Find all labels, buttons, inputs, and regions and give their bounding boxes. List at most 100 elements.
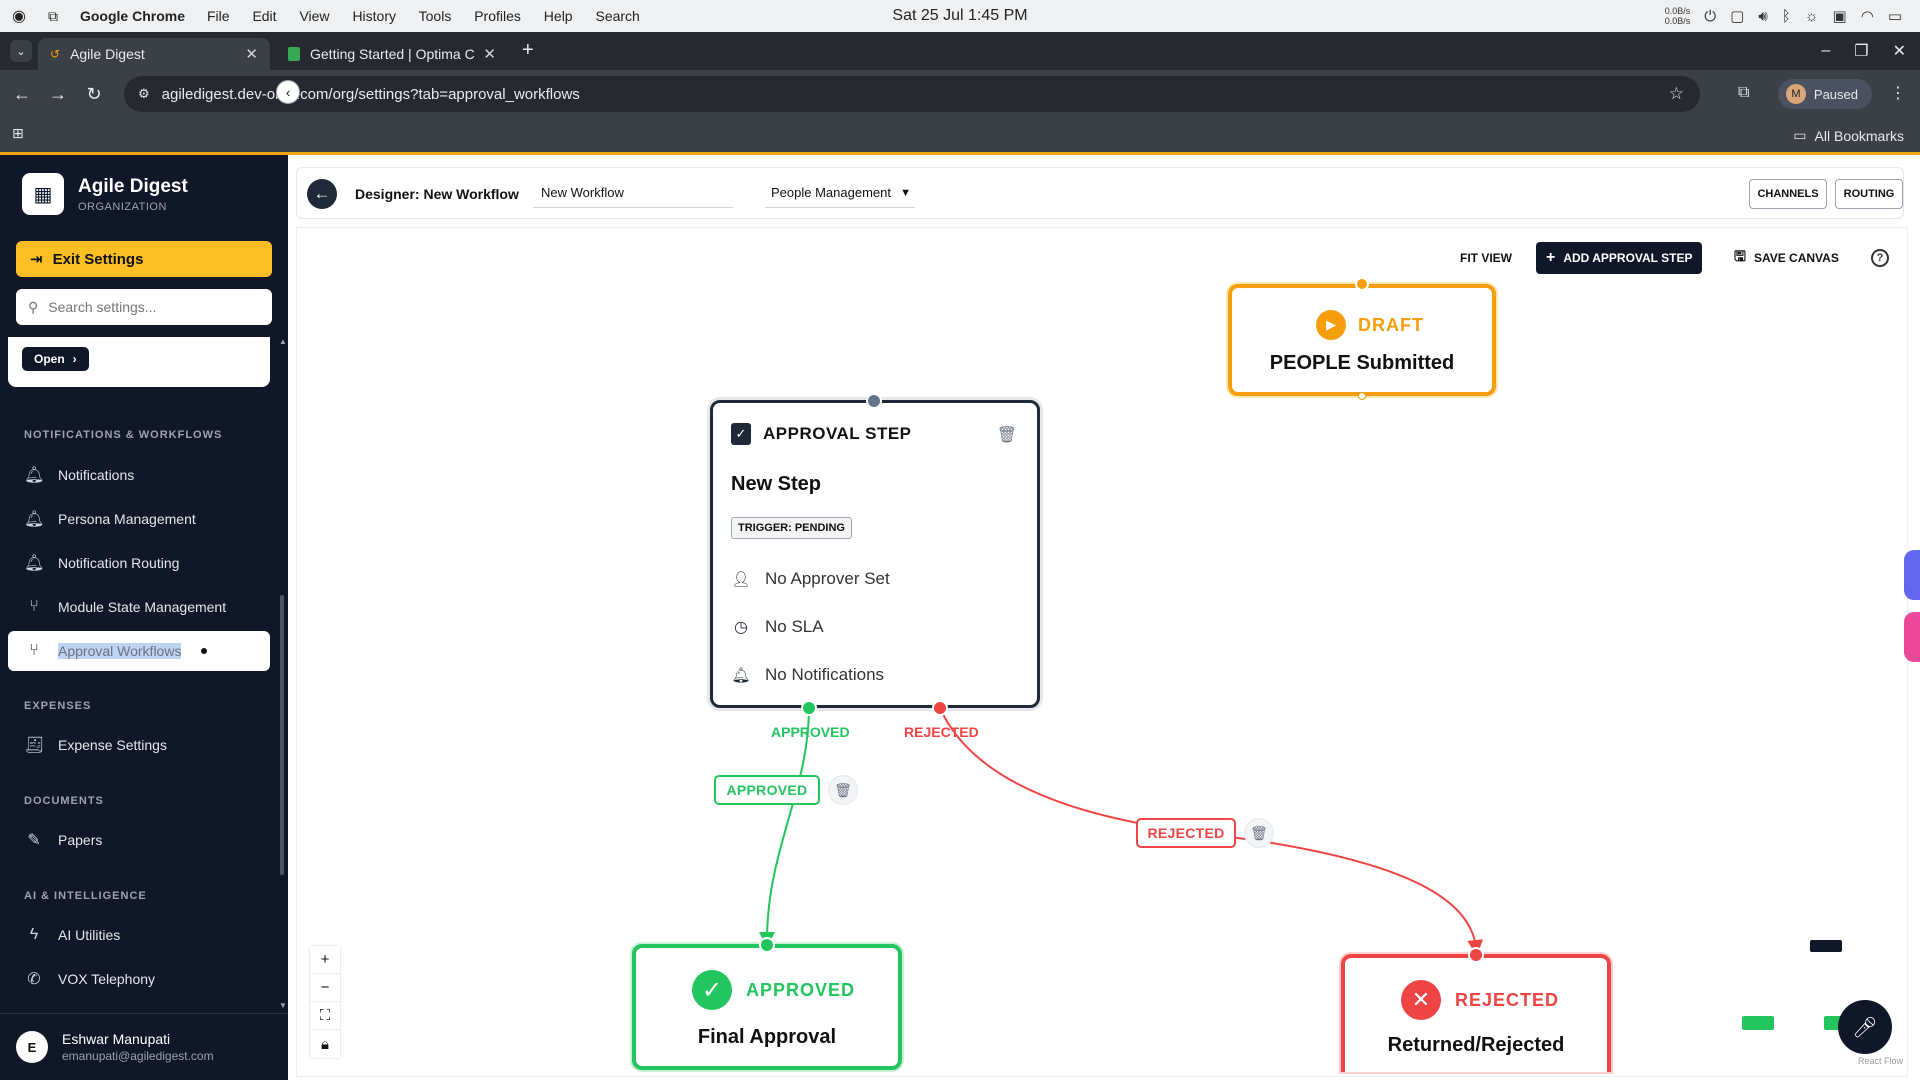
tab-getting-started[interactable]: Getting Started | Optima C ✕	[276, 38, 508, 70]
scroll-down-arrow-icon[interactable]: ▼	[279, 1001, 287, 1010]
os-app-name[interactable]: Google Chrome	[80, 8, 185, 24]
menu-history[interactable]: History	[352, 8, 396, 24]
channels-button[interactable]: CHANNELS	[1749, 179, 1827, 209]
clipboard-icon[interactable]: ▢	[1730, 7, 1744, 25]
extensions-icon[interactable]: ⧉	[1738, 84, 1749, 102]
rejected-input-handle[interactable]	[1468, 947, 1484, 963]
draft-top-handle[interactable]	[1355, 277, 1369, 291]
collapse-sidebar-button[interactable]: ‹	[276, 80, 300, 104]
user-profile[interactable]: E Eshwar Manupati emanupati@agiledigest.…	[0, 1013, 288, 1080]
search-input[interactable]	[48, 299, 249, 315]
menu-view[interactable]: View	[299, 8, 329, 24]
chrome-menu-icon[interactable]: ⋮	[1890, 83, 1906, 103]
sidebar-scrollbar[interactable]	[280, 595, 284, 875]
display-icon[interactable]: ▣	[1833, 7, 1847, 25]
brightness-icon[interactable]: ☼	[1805, 8, 1819, 25]
back-arrow-icon[interactable]: ←	[307, 179, 337, 209]
all-bookmarks-button[interactable]: ▭ All Bookmarks	[1793, 127, 1904, 144]
workflow-canvas[interactable]	[296, 227, 1908, 1077]
zoom-in-icon[interactable]: +	[310, 946, 340, 974]
battery-icon[interactable]: ▭	[1888, 7, 1902, 25]
sidebar-item-vox-telephony[interactable]: ✆ VOX Telephony	[8, 959, 270, 999]
bookmark-star-icon[interactable]: ☆	[1669, 84, 1684, 104]
close-window-icon[interactable]: ✕	[1893, 41, 1906, 61]
apps-grid-icon[interactable]: ⊞	[12, 125, 24, 142]
menu-edit[interactable]: Edit	[252, 8, 276, 24]
exit-settings-button[interactable]: ⇥ Exit Settings	[16, 241, 272, 277]
draft-node[interactable]: ▶ DRAFT PEOPLE Submitted	[1228, 284, 1496, 396]
close-tab-icon[interactable]: ✕	[245, 45, 258, 63]
fit-view-button[interactable]: FIT VIEW	[1450, 242, 1522, 274]
sidebar-item-papers[interactable]: ✎ Papers	[8, 820, 270, 860]
tab-agile-digest[interactable]: ↺ Agile Digest ✕	[38, 38, 270, 70]
minimize-icon[interactable]: –	[1821, 42, 1830, 60]
lock-icon[interactable]: 🔒︎	[310, 1030, 340, 1058]
window-switch-icon[interactable]: ⧉	[48, 8, 58, 25]
power-icon[interactable]: ⏻	[1704, 8, 1716, 25]
returned-rejected-node[interactable]: ✕ REJECTED Returned/Rejected	[1341, 954, 1611, 1072]
sidebar-item-notification-routing[interactable]: 🔔︎ Notification Routing	[8, 543, 270, 583]
forward-icon[interactable]: →	[40, 84, 76, 105]
module-select[interactable]: People Management ▼	[765, 178, 915, 208]
delete-approved-edge-icon[interactable]: 🗑︎	[828, 775, 858, 805]
delete-rejected-edge-icon[interactable]: 🗑︎	[1244, 818, 1274, 848]
draft-bottom-handle[interactable]	[1358, 392, 1366, 400]
minimap-node	[1810, 940, 1842, 952]
sidebar-item-module-state-management[interactable]: ⑂ Module State Management	[8, 587, 270, 627]
sidebar-item-persona-management[interactable]: 🔔︎ Persona Management	[8, 499, 270, 539]
react-flow-attribution[interactable]: React Flow	[1858, 1056, 1903, 1066]
site-info-icon[interactable]: ⚙︎	[138, 86, 150, 102]
reload-icon[interactable]: ↻	[76, 84, 112, 105]
workflow-name-input[interactable]	[533, 178, 733, 208]
close-tab-icon[interactable]: ✕	[483, 45, 496, 63]
profile-button[interactable]: M Paused	[1777, 79, 1872, 109]
delete-step-icon[interactable]: 🗑︎	[997, 425, 1017, 445]
menu-help[interactable]: Help	[544, 8, 573, 24]
scroll-up-arrow-icon[interactable]: ▲	[279, 337, 287, 346]
menu-file[interactable]: File	[207, 8, 230, 24]
restore-icon[interactable]: ❐	[1854, 41, 1868, 61]
sidebar-item-expense-settings[interactable]: 🧾︎ Expense Settings	[8, 725, 270, 765]
rejected-edge-label[interactable]: REJECTED	[1136, 818, 1236, 848]
zoom-out-icon[interactable]: −	[310, 974, 340, 1002]
wifi-icon[interactable]: ◠	[1861, 7, 1874, 25]
floating-tab-blue[interactable]	[1904, 550, 1920, 600]
microphone-button[interactable]: 🎤︎	[1838, 1000, 1892, 1054]
folder-icon: ▭	[1793, 127, 1807, 143]
fit-screen-icon[interactable]: ⛶	[310, 1002, 340, 1030]
bluetooth-icon[interactable]: ᛒ	[1782, 8, 1791, 25]
approval-step-node[interactable]: ✓ APPROVAL STEP 🗑︎ New Step TRIGGER: PEN…	[710, 400, 1040, 708]
volume-icon[interactable]: 🔊︎	[1758, 8, 1767, 25]
final-approval-node[interactable]: ✓ APPROVED Final Approval	[632, 944, 902, 1070]
rejected-title: Returned/Rejected	[1387, 1034, 1565, 1056]
url-text[interactable]: agiledigest.dev-orbit.com/org/settings?t…	[162, 86, 580, 103]
chevron-right-icon: ›	[72, 352, 77, 366]
address-bar[interactable]: ⚙︎ agiledigest.dev-orbit.com/org/setting…	[124, 76, 1700, 112]
rejected-output-handle[interactable]	[932, 700, 948, 716]
notifications-text: No Notifications	[765, 665, 885, 684]
tab-list-icon[interactable]: ⌄	[10, 40, 32, 62]
menu-search[interactable]: Search	[595, 8, 639, 24]
approved-edge-label[interactable]: APPROVED	[714, 775, 820, 805]
help-icon[interactable]: ?	[1871, 249, 1889, 267]
open-button[interactable]: Open ›	[22, 347, 89, 371]
save-canvas-button[interactable]: 🖫︎ SAVE CANVAS	[1724, 242, 1849, 274]
approved-output-handle[interactable]	[801, 700, 817, 716]
menu-profiles[interactable]: Profiles	[474, 8, 521, 24]
bell-icon: 🔔︎	[24, 467, 45, 484]
open-card: Open ›	[8, 337, 270, 387]
add-approval-step-button[interactable]: + ADD APPROVAL STEP	[1536, 242, 1703, 274]
os-activities-icon[interactable]: ◉	[12, 6, 26, 26]
search-icon: ⚲	[28, 298, 39, 315]
approval-top-handle[interactable]	[866, 393, 882, 409]
sidebar-item-notifications[interactable]: 🔔︎ Notifications	[8, 455, 270, 495]
floating-tab-pink[interactable]	[1904, 612, 1920, 662]
back-icon[interactable]: ←	[4, 84, 40, 105]
menu-tools[interactable]: Tools	[419, 8, 452, 24]
sidebar-item-ai-utilities[interactable]: ϟ AI Utilities	[8, 915, 270, 955]
routing-button[interactable]: ROUTING	[1835, 179, 1903, 209]
settings-search[interactable]: ⚲	[16, 289, 272, 325]
sidebar-item-approval-workflows[interactable]: ⑂ Approval Workflows	[8, 631, 270, 671]
final-approval-input-handle[interactable]	[759, 937, 775, 953]
new-tab-icon[interactable]: +	[522, 39, 534, 62]
